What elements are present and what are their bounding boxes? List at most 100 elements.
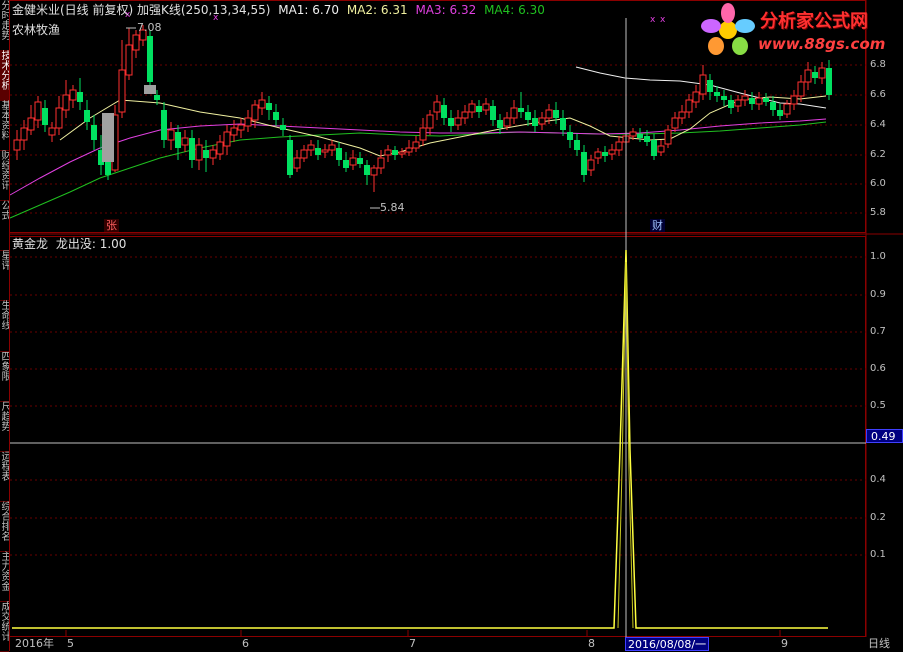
candle-body <box>721 96 727 100</box>
candle-body <box>147 36 153 82</box>
candle-body <box>560 118 566 130</box>
candle-body <box>42 108 48 125</box>
indicator-name: 黄金龙 <box>12 237 49 251</box>
candle-body <box>826 68 832 95</box>
price-grid <box>10 64 866 214</box>
candle-body <box>48 127 56 136</box>
chart-header: 金健米业(日线 前复权) 加强K线(250,13,34,55) MA1: 6.7… <box>12 3 545 17</box>
period-label[interactable]: 日线 <box>868 637 890 651</box>
candle-body <box>532 118 538 126</box>
highlight-candle <box>144 85 156 94</box>
candle-body <box>567 132 573 140</box>
candle-body <box>84 110 90 122</box>
candle-body <box>664 129 672 145</box>
candle-body <box>405 147 413 153</box>
candle-body <box>734 99 742 107</box>
candle-body <box>581 152 587 175</box>
candle-body <box>167 129 175 141</box>
candle-body <box>237 124 245 131</box>
side-tab[interactable]: 运程表 <box>0 451 9 502</box>
crosshair-date-readout: 2016/08/08/一 <box>625 637 710 651</box>
side-tab[interactable]: 分时走势 <box>0 0 9 52</box>
candle-body <box>518 108 524 112</box>
side-tab[interactable]: 成交统计 <box>0 601 9 652</box>
candle-body <box>497 120 503 128</box>
candle-body <box>392 150 398 155</box>
indicator-tick: 0.9 <box>870 289 886 300</box>
candle-body <box>307 144 315 151</box>
price-tick: 5.8 <box>870 207 886 218</box>
candle-body <box>685 99 693 113</box>
candle-body <box>251 104 259 121</box>
chart-stage: x x x x <box>9 0 903 637</box>
candle-body <box>692 91 700 103</box>
candle-body <box>118 69 126 113</box>
side-tab[interactable]: 星评 <box>0 250 9 302</box>
date-axis: 2016年 5 6 7 8 9 <box>9 637 866 651</box>
candle-body <box>678 111 686 119</box>
side-tab[interactable]: 公式 <box>0 200 9 252</box>
side-tab[interactable]: 生命线 <box>0 300 9 352</box>
candle-body <box>13 139 21 151</box>
candle-body <box>426 114 434 129</box>
candle-body <box>608 149 616 155</box>
candle-body <box>377 157 385 169</box>
side-tab[interactable]: 基本资料 <box>0 100 9 152</box>
side-tab[interactable]: 技术分析 <box>0 50 9 102</box>
side-tab[interactable]: 四象限 <box>0 351 9 402</box>
price-tick: 6.4 <box>870 119 886 130</box>
candle-body <box>553 110 559 118</box>
candle-body <box>258 99 266 109</box>
side-tab[interactable]: 主力资金 <box>0 551 9 602</box>
ma3-value: MA3: 6.32 <box>415 3 477 17</box>
candle-body <box>419 127 427 141</box>
candle-body <box>448 118 454 126</box>
date-label: 5 <box>67 637 74 650</box>
candle-body <box>203 150 209 158</box>
candle-body <box>629 131 637 137</box>
candle-body <box>364 165 370 175</box>
candle-body <box>216 141 224 155</box>
candle-body <box>770 102 776 110</box>
candle-body <box>818 67 826 79</box>
candle-body <box>328 144 336 151</box>
candle-body <box>714 92 720 96</box>
candle-body <box>105 160 111 175</box>
candle-body <box>321 149 329 153</box>
tag-cai[interactable]: 财 <box>650 219 665 232</box>
sector-label: 农林牧渔 <box>12 23 61 37</box>
candle-body <box>62 94 70 111</box>
side-tab[interactable]: 尺趋势 <box>0 401 9 452</box>
candle-body <box>594 151 602 159</box>
candle-body <box>27 117 35 131</box>
price-tick: 6.2 <box>870 149 886 160</box>
side-tab[interactable]: 财经资讯 <box>0 150 9 202</box>
tag-zhang[interactable]: 张 <box>104 219 119 232</box>
candle-body <box>161 110 167 140</box>
ma3-line <box>9 118 827 196</box>
date-label: 2016年 <box>15 637 54 650</box>
candle-body <box>300 149 308 159</box>
candle-body <box>189 138 195 160</box>
candle-body <box>280 125 286 130</box>
candle-body <box>398 151 406 155</box>
candle-body <box>476 106 482 112</box>
logo-url: www.88gs.com <box>758 35 886 53</box>
price-tick: 6.0 <box>870 178 886 189</box>
candle-body <box>244 117 252 127</box>
side-tab[interactable]: 综合排名 <box>0 501 9 552</box>
candle-body <box>615 141 623 151</box>
candle-body <box>412 141 420 149</box>
candle-body <box>468 103 476 113</box>
candle-body <box>55 107 63 129</box>
date-label: 9 <box>781 637 788 650</box>
candle-body <box>545 109 553 119</box>
ma4-value: MA4: 6.30 <box>484 3 545 17</box>
candle-body <box>230 127 238 136</box>
candle-body <box>266 103 272 110</box>
candle-body <box>790 95 798 105</box>
candle-body <box>657 145 665 153</box>
indicator-line <box>12 249 828 629</box>
candle-body <box>804 69 812 83</box>
candle-body <box>357 158 363 164</box>
